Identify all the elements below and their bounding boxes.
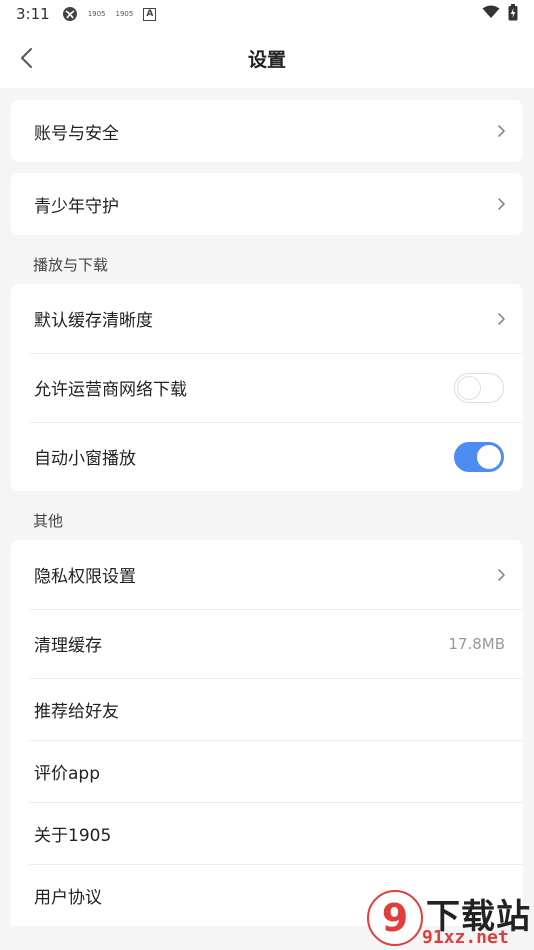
status-bar: 3:11 1905 1905 A [0,0,534,28]
card-account: 账号与安全 [11,100,523,162]
settings-item-label: 推荐给好友 [34,701,119,722]
toggle-knob [477,444,501,469]
status-label-1: 1905 [87,10,106,18]
auto-mini-window-toggle[interactable] [454,441,504,472]
watermark-logo-icon: 9 [367,890,423,946]
settings-item-account-security[interactable]: 账号与安全 [11,100,523,162]
settings-item-default-cache-quality[interactable]: 默认缓存清晰度 [11,284,523,353]
settings-item-youth-protection[interactable]: 青少年守护 [11,173,523,235]
chevron-right-icon [498,125,505,137]
settings-item-label: 账号与安全 [34,123,119,144]
status-label-2: 1905 [115,10,134,18]
vpn-icon [62,6,78,22]
cache-size-value: 17.8MB [448,634,505,653]
section-title-playback: 播放与下载 [33,256,109,274]
chevron-right-icon [498,198,505,210]
settings-item-privacy-permissions[interactable]: 隐私权限设置 [11,540,523,609]
settings-item-recommend-friends[interactable]: 推荐给好友 [11,678,523,740]
wifi-icon [482,5,500,23]
watermark-site: 91xz.net [422,927,509,948]
section-title-other: 其他 [33,512,64,530]
status-a-badge: A [143,7,157,21]
card-youth: 青少年守护 [11,173,523,235]
carrier-download-toggle[interactable] [454,372,504,403]
settings-item-label: 允许运营商网络下载 [34,380,187,400]
status-time: 3:11 [16,5,50,23]
card-other: 隐私权限设置 清理缓存 17.8MB 推荐给好友 评价app 关于1905 用户… [11,540,523,926]
settings-item-label: 青少年守护 [34,196,119,217]
settings-item-about[interactable]: 关于1905 [11,802,523,864]
toggle-knob [457,375,481,400]
card-playback: 默认缓存清晰度 允许运营商网络下载 自动小窗播放 [11,284,523,491]
settings-item-label: 自动小窗播放 [34,449,136,469]
watermark: 9 下载站 91xz.net [364,885,534,950]
settings-item-rate-app[interactable]: 评价app [11,740,523,802]
battery-icon [508,3,518,25]
settings-item-auto-mini-window: 自动小窗播放 [11,422,523,491]
page-title: 设置 [247,49,286,71]
settings-item-label: 评价app [34,763,100,784]
navigation-bar: 设置 [0,28,534,88]
chevron-right-icon [498,312,505,325]
settings-item-carrier-network-download: 允许运营商网络下载 [11,353,523,422]
settings-item-label: 清理缓存 [34,636,102,656]
settings-item-label: 用户协议 [34,887,102,908]
settings-item-label: 关于1905 [34,825,112,846]
settings-item-label: 隐私权限设置 [34,567,136,587]
settings-item-clear-cache[interactable]: 清理缓存 17.8MB [11,609,523,678]
chevron-right-icon [498,568,505,581]
svg-text:9: 9 [382,896,408,940]
settings-item-label: 默认缓存清晰度 [34,311,153,331]
